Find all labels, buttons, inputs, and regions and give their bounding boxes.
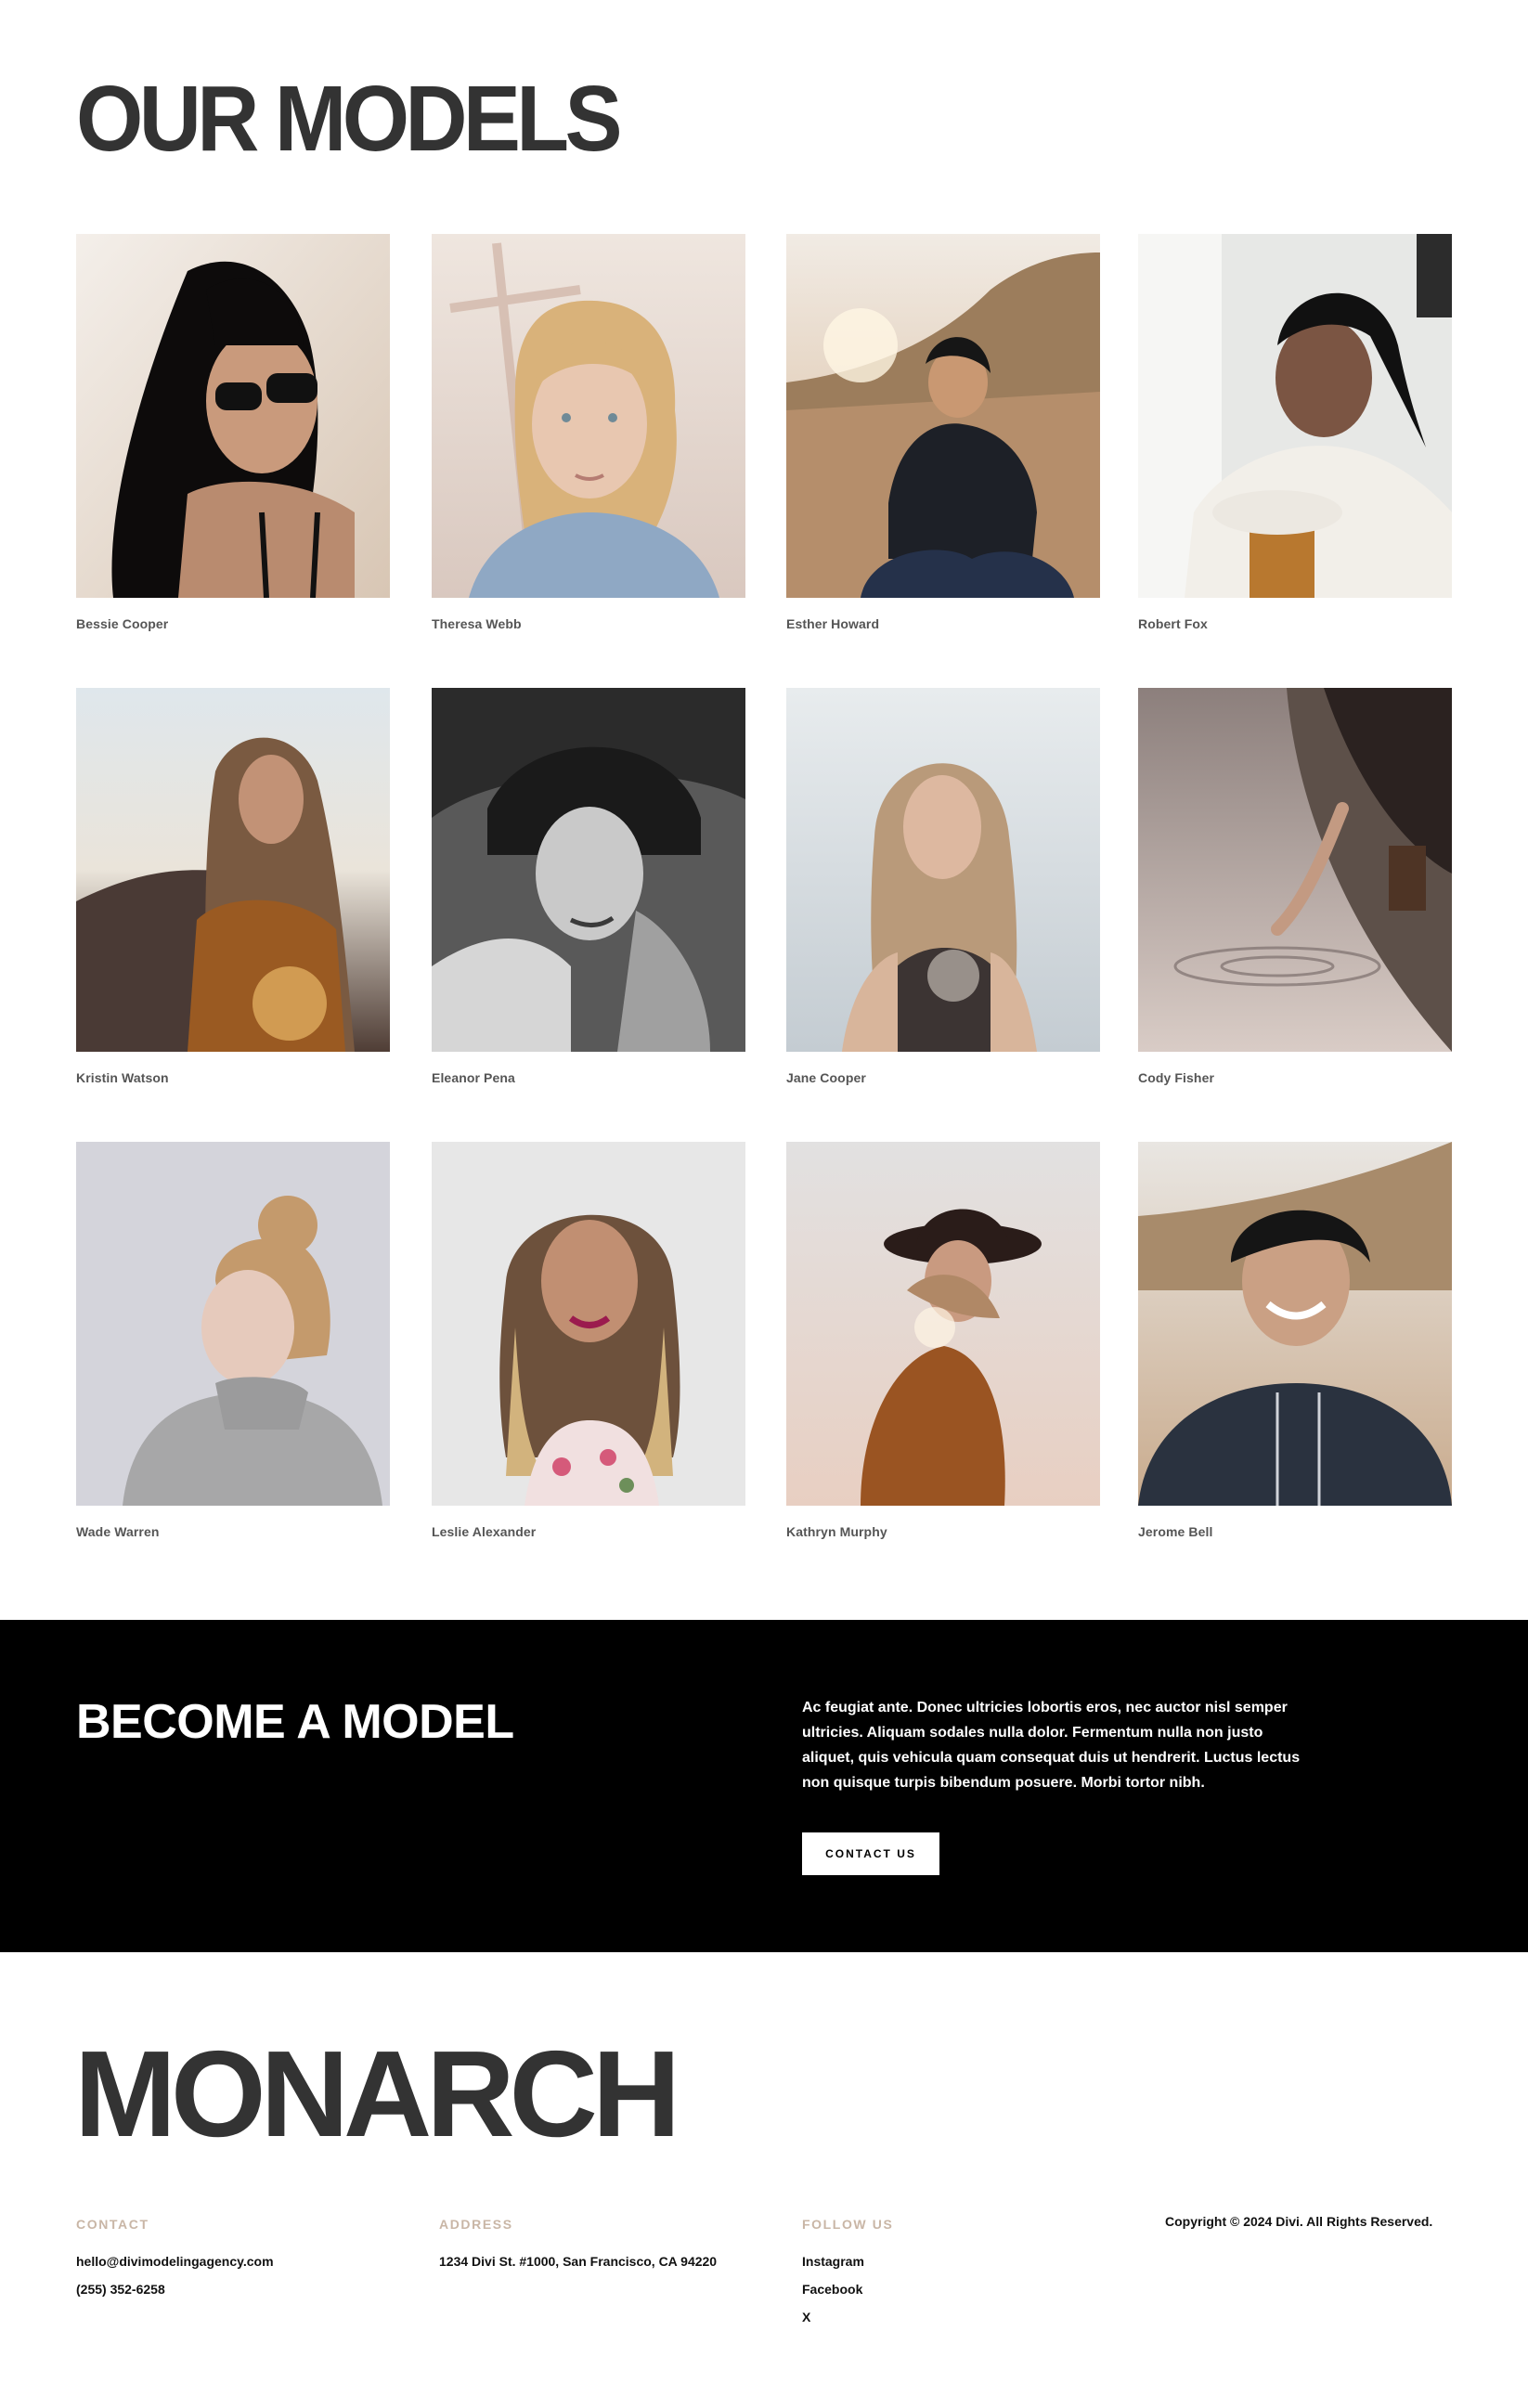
model-name[interactable]: Cody Fisher xyxy=(1138,1070,1214,1085)
model-card[interactable]: Wade Warren xyxy=(76,1142,390,1539)
model-name[interactable]: Jerome Bell xyxy=(1138,1524,1212,1539)
model-card[interactable]: Leslie Alexander xyxy=(432,1142,745,1539)
model-photo[interactable] xyxy=(786,688,1100,1052)
model-card[interactable]: Jane Cooper xyxy=(786,688,1100,1085)
model-name[interactable]: Kathryn Murphy xyxy=(786,1524,887,1539)
model-photo[interactable] xyxy=(1138,688,1452,1052)
model-photo[interactable] xyxy=(1138,1142,1452,1506)
copyright-text: Copyright © 2024 Divi. All Rights Reserv… xyxy=(1165,2214,1433,2229)
model-name[interactable]: Leslie Alexander xyxy=(432,1524,536,1539)
cta-description: Ac feugiat ante. Donec ultricies loborti… xyxy=(802,1700,1301,1791)
model-card[interactable]: Esther Howard xyxy=(786,234,1100,631)
model-name[interactable]: Wade Warren xyxy=(76,1524,160,1539)
x-link[interactable]: X xyxy=(802,2303,893,2331)
model-photo-image xyxy=(786,234,1100,598)
models-section: OUR MODELS Bessie Cooper Theresa Webb Es… xyxy=(0,0,1528,1620)
model-name[interactable]: Eleanor Pena xyxy=(432,1070,515,1085)
footer-email-link[interactable]: hello@divimodelingagency.com xyxy=(76,2247,274,2275)
model-photo[interactable] xyxy=(76,234,390,598)
footer-phone-link[interactable]: (255) 352-6258 xyxy=(76,2275,274,2303)
model-card[interactable]: Kathryn Murphy xyxy=(786,1142,1100,1539)
model-card[interactable]: Theresa Webb xyxy=(432,234,745,631)
model-photo[interactable] xyxy=(786,1142,1100,1506)
model-photo[interactable] xyxy=(432,234,745,598)
become-model-section: BECOME A MODEL Ac feugiat ante. Donec ul… xyxy=(0,1620,1528,1952)
model-card[interactable]: Kristin Watson xyxy=(76,688,390,1085)
footer-contact-column: CONTACT hello@divimodelingagency.com (25… xyxy=(76,2217,274,2303)
model-photo-image xyxy=(1138,1142,1452,1506)
footer-address-heading: ADDRESS xyxy=(439,2217,513,2232)
cta-title: BECOME A MODEL xyxy=(76,1695,514,1749)
model-photo-image xyxy=(786,1142,1100,1506)
model-photo-image xyxy=(1138,688,1452,1052)
model-card[interactable]: Jerome Bell xyxy=(1138,1142,1452,1539)
model-photo-image xyxy=(76,234,390,598)
model-name[interactable]: Esther Howard xyxy=(786,616,879,631)
model-card[interactable]: Eleanor Pena xyxy=(432,688,745,1085)
model-card[interactable]: Bessie Cooper xyxy=(76,234,390,631)
model-name[interactable]: Theresa Webb xyxy=(432,616,522,631)
contact-us-button[interactable]: CONTACT US xyxy=(802,1832,939,1875)
model-photo[interactable] xyxy=(76,688,390,1052)
model-name[interactable]: Bessie Cooper xyxy=(76,616,168,631)
model-photo[interactable] xyxy=(1138,234,1452,598)
model-name[interactable]: Jane Cooper xyxy=(786,1070,866,1085)
facebook-link[interactable]: Facebook xyxy=(802,2275,893,2303)
model-photo-image xyxy=(432,1142,745,1506)
model-photo-image xyxy=(76,688,390,1052)
footer-contact-heading: CONTACT xyxy=(76,2217,149,2232)
footer-follow-column: FOLLOW US Instagram Facebook X xyxy=(802,2217,893,2331)
model-photo-image xyxy=(432,688,745,1052)
footer-address-column: ADDRESS 1234 Divi St. #1000, San Francis… xyxy=(439,2217,717,2275)
footer-address-text: 1234 Divi St. #1000, San Francisco, CA 9… xyxy=(439,2254,718,2269)
model-photo-image xyxy=(786,688,1100,1052)
model-name[interactable]: Kristin Watson xyxy=(76,1070,169,1085)
model-card[interactable]: Cody Fisher xyxy=(1138,688,1452,1085)
footer-follow-heading: FOLLOW US xyxy=(802,2217,894,2232)
brand-logo-text[interactable]: MONARCH xyxy=(74,2033,680,2156)
page-title: OUR MODELS xyxy=(76,67,622,171)
model-name[interactable]: Robert Fox xyxy=(1138,616,1208,631)
instagram-link[interactable]: Instagram xyxy=(802,2247,893,2275)
model-photo[interactable] xyxy=(76,1142,390,1506)
model-photo[interactable] xyxy=(432,1142,745,1506)
model-photo-image xyxy=(76,1142,390,1506)
model-photo[interactable] xyxy=(786,234,1100,598)
model-card[interactable]: Robert Fox xyxy=(1138,234,1452,631)
model-photo[interactable] xyxy=(432,688,745,1052)
footer: MONARCH CONTACT hello@divimodelingagency… xyxy=(0,1952,1528,2408)
model-photo-image xyxy=(1138,234,1452,598)
model-photo-image xyxy=(432,234,745,598)
